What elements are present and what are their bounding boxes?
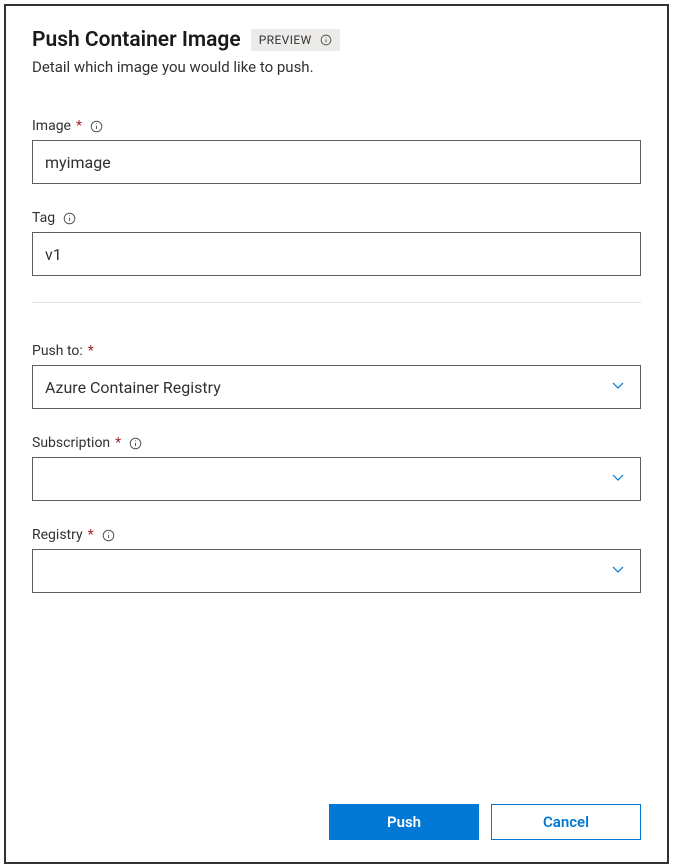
cancel-button[interactable]: Cancel: [491, 804, 641, 840]
info-icon[interactable]: [102, 529, 115, 542]
image-label-text: Image: [32, 118, 71, 134]
subscription-select[interactable]: [32, 457, 641, 501]
tag-label: Tag: [32, 210, 641, 226]
required-asterisk: *: [88, 343, 94, 359]
image-label: Image *: [32, 118, 641, 134]
push-to-value: Azure Container Registry: [45, 378, 221, 397]
info-icon: [320, 34, 332, 46]
image-input[interactable]: [32, 140, 641, 184]
tag-input[interactable]: [32, 232, 641, 276]
required-asterisk: *: [76, 118, 82, 134]
image-field: Image *: [32, 118, 641, 184]
chevron-down-icon: [610, 469, 626, 489]
push-to-select[interactable]: Azure Container Registry: [32, 365, 641, 409]
header: Push Container Image PREVIEW: [32, 28, 641, 52]
push-to-label: Push to: *: [32, 343, 641, 359]
tag-label-text: Tag: [32, 210, 55, 226]
page-title: Push Container Image: [32, 28, 241, 52]
push-container-image-panel: Push Container Image PREVIEW Detail whic…: [4, 4, 669, 864]
page-subtitle: Detail which image you would like to pus…: [32, 58, 641, 76]
preview-badge-text: PREVIEW: [259, 33, 312, 47]
required-asterisk: *: [115, 435, 121, 451]
registry-label: Registry *: [32, 527, 641, 543]
tag-field: Tag: [32, 210, 641, 276]
chevron-down-icon: [610, 561, 626, 581]
registry-select[interactable]: [32, 549, 641, 593]
info-icon[interactable]: [63, 212, 76, 225]
required-asterisk: *: [88, 527, 94, 543]
subscription-field: Subscription *: [32, 435, 641, 501]
registry-field: Registry *: [32, 527, 641, 593]
push-to-field: Push to: * Azure Container Registry: [32, 343, 641, 409]
push-to-label-text: Push to:: [32, 343, 83, 359]
info-icon[interactable]: [129, 437, 142, 450]
push-button[interactable]: Push: [329, 804, 479, 840]
info-icon[interactable]: [90, 120, 103, 133]
subscription-label-text: Subscription: [32, 435, 110, 451]
subscription-label: Subscription *: [32, 435, 641, 451]
registry-label-text: Registry: [32, 527, 83, 543]
chevron-down-icon: [610, 377, 626, 397]
divider: [32, 302, 641, 303]
preview-badge: PREVIEW: [251, 29, 340, 51]
footer: Push Cancel: [329, 804, 641, 840]
